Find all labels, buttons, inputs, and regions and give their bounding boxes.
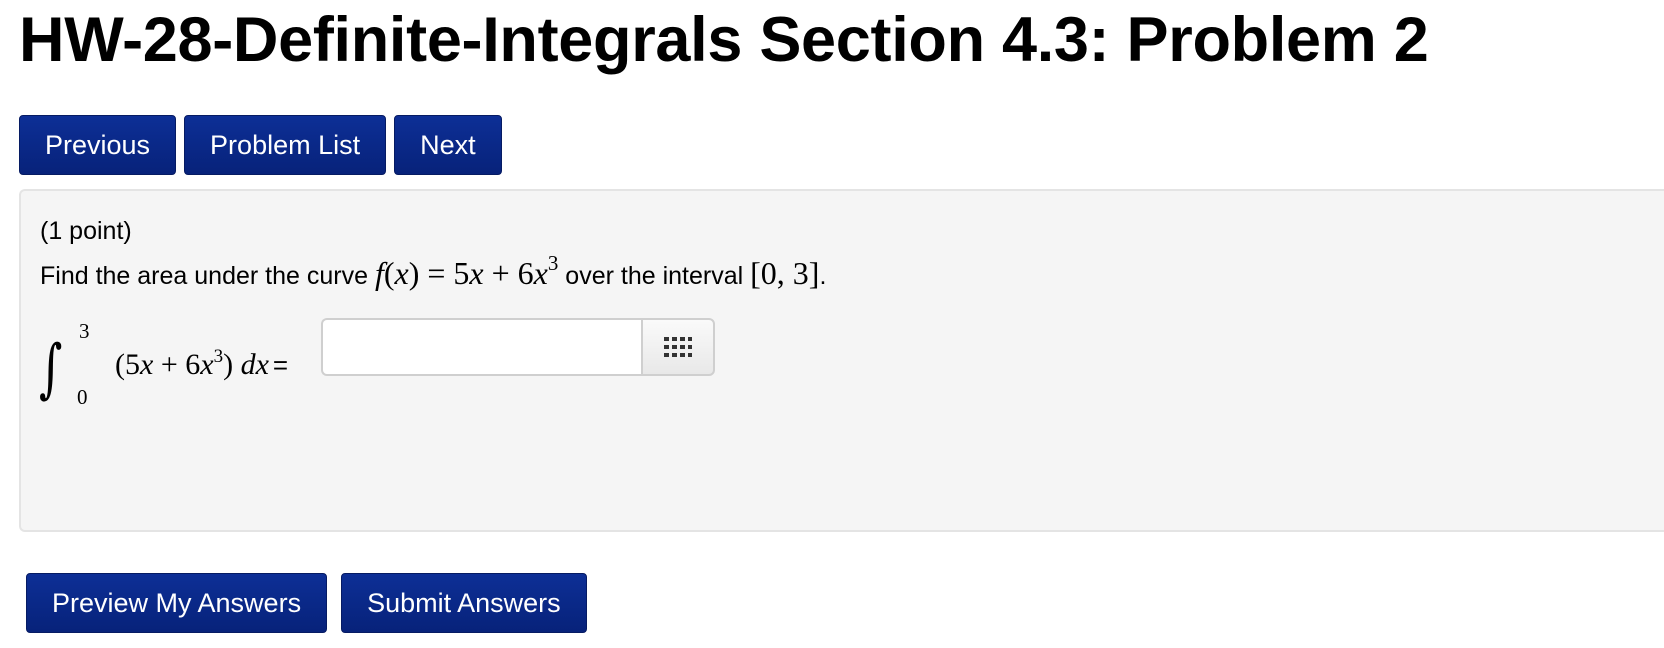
problem-list-button[interactable]: Problem List xyxy=(184,115,387,175)
integral-sign: ∫ xyxy=(39,332,63,406)
integrand-x-cubed-term: x xyxy=(200,348,214,381)
function-name: f xyxy=(374,255,384,291)
equation-palette-button[interactable] xyxy=(641,318,715,376)
function-equals: ) = 5 xyxy=(408,255,470,291)
next-button[interactable]: Next xyxy=(394,115,502,175)
function-lparen: ( xyxy=(383,255,395,291)
function-expression: f(x) = 5x + 6x3 xyxy=(374,253,558,292)
function-plus: + 6 xyxy=(483,255,534,291)
equation-palette-icon xyxy=(664,337,692,357)
integrand-open: (5 xyxy=(115,348,140,381)
function-x-term: x xyxy=(469,255,484,291)
submit-answers-button[interactable]: Submit Answers xyxy=(341,573,587,633)
statement-end: . xyxy=(819,262,827,290)
function-exponent: 3 xyxy=(547,251,559,275)
problem-navigation: Previous Problem List Next xyxy=(19,115,502,175)
problem-points: (1 point) xyxy=(40,217,132,245)
integral-equals: = xyxy=(272,350,289,380)
answer-actions: Preview My Answers Submit Answers xyxy=(26,573,587,633)
integral-differential: dx xyxy=(240,348,269,381)
integrand-x-term: x xyxy=(140,348,154,381)
interval-expression: [0, 3] xyxy=(750,255,820,291)
integrand-plus: + 6 xyxy=(153,348,201,381)
integrand-close: ) xyxy=(223,348,241,381)
problem-panel: (1 point) Find the area under the curve … xyxy=(19,189,1664,532)
function-variable: x xyxy=(394,255,409,291)
problem-page: HW-28-Definite-Integrals Section 4.3: Pr… xyxy=(0,0,1664,648)
answer-group xyxy=(321,318,715,376)
answer-input[interactable] xyxy=(321,318,641,376)
integral-upper-limit: 3 xyxy=(79,319,90,343)
integrand-exponent: 3 xyxy=(213,346,224,367)
statement-mid: over the interval xyxy=(565,262,744,290)
integrand: (5x + 6x3) dx = xyxy=(115,343,288,387)
integral-lower-limit: 0 xyxy=(77,385,88,409)
preview-answers-button[interactable]: Preview My Answers xyxy=(26,573,328,633)
problem-statement: Find the area under the curve f(x) = 5x … xyxy=(40,253,826,296)
statement-prefix: Find the area under the curve xyxy=(40,262,368,290)
page-title: HW-28-Definite-Integrals Section 4.3: Pr… xyxy=(19,5,1429,75)
function-x-cubed-term: x xyxy=(533,255,548,291)
previous-button[interactable]: Previous xyxy=(19,115,177,175)
